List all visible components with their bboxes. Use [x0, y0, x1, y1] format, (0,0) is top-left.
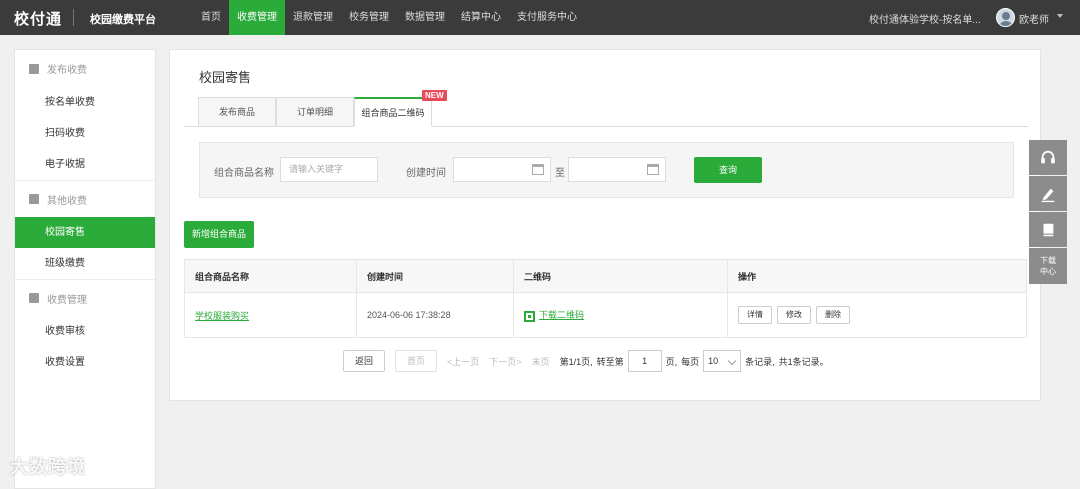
end-date-input[interactable] [568, 157, 666, 182]
logo-divider [73, 9, 74, 26]
main-nav: 首页 收费管理 退款管理 校务管理 数据管理 结算中心 支付服务中心 [193, 0, 585, 35]
platform-title: 校园缴费平台 [90, 14, 156, 26]
back-button[interactable]: 返回 [343, 350, 386, 372]
avatar[interactable] [996, 8, 1015, 27]
customer-service-button[interactable] [1029, 140, 1067, 175]
floating-toolbar: 下载 中心 [1029, 140, 1067, 285]
chevron-down-icon[interactable] [1057, 14, 1063, 18]
new-badge: NEW [422, 90, 447, 101]
first-page-button[interactable]: 首页 [395, 350, 438, 372]
next-page-link[interactable]: 下一页> [489, 355, 521, 368]
last-page-link[interactable]: 末页 [532, 355, 550, 368]
tab-bar: 发布商品 订单明细 组合商品二维码 [184, 97, 1028, 127]
column-header-actions: 操作 [727, 259, 1027, 293]
sidebar-item-fee-review[interactable]: 收费审核 [15, 316, 155, 347]
nav-item-settlement-center[interactable]: 结算中心 [453, 0, 509, 35]
date-range-to-label: 至 [555, 168, 565, 179]
download-box-icon [29, 293, 39, 303]
total-records: 共1条记录。 [778, 356, 829, 367]
sidebar-item-class-fee[interactable]: 班级缴费 [15, 248, 155, 279]
qrcode-icon[interactable] [524, 310, 535, 322]
nav-item-fee-management[interactable]: 收费管理 [229, 0, 285, 35]
tab-combo-qrcode[interactable]: 组合商品二维码 [354, 97, 432, 127]
school-selector[interactable]: 校付通体验学校-按名单... [869, 11, 983, 26]
watermark: 大数跨境 [10, 457, 86, 477]
per-page-label: 每页 [681, 356, 700, 367]
table-cell-qrcode: 下载二维码 [513, 292, 728, 338]
sidebar-group-manage: 收费管理 [15, 279, 155, 316]
combo-name-link[interactable]: 学校服装购买 [195, 311, 249, 321]
sidebar-group-other: 其他收费 [15, 180, 155, 217]
combo-name-input[interactable]: 请输入关键字 [280, 157, 378, 182]
nav-item-payment-service[interactable]: 支付服务中心 [509, 0, 585, 35]
sidebar-item-scan-fee[interactable]: 扫码收费 [15, 118, 155, 149]
nav-item-home[interactable]: 首页 [193, 0, 229, 35]
table-row: 学校服装购买 2024-06-06 17:38:28 下载二维码 详情 修改 删除 [184, 292, 1027, 338]
combo-table: 组合商品名称 创建时间 二维码 操作 学校服装购买 2024-06-06 17:… [184, 259, 1027, 338]
table-cell-created: 2024-06-06 17:38:28 [356, 292, 514, 338]
grid-icon [29, 194, 39, 204]
sidebar-group-publish: 发布收费 [15, 50, 155, 87]
sidebar-item-e-receipt[interactable]: 电子收据 [15, 149, 155, 180]
download-center-label-2: 中心 [1040, 267, 1056, 276]
add-combo-button[interactable]: 新增组合商品 [184, 221, 254, 248]
book-icon [1043, 223, 1054, 236]
sidebar-group-label: 发布收费 [47, 65, 87, 76]
table-cell-name: 学校服装购买 [184, 292, 357, 338]
calendar-icon [647, 164, 659, 175]
edit-icon [29, 63, 39, 74]
headset-icon [1041, 150, 1055, 163]
top-navbar: 校付通 校园缴费平台 首页 收费管理 退款管理 校务管理 数据管理 结算中心 支… [0, 0, 1080, 35]
nav-item-refund-management[interactable]: 退款管理 [285, 0, 341, 35]
user-name[interactable]: 欧老师 [1019, 11, 1049, 26]
query-button[interactable]: 查询 [694, 157, 762, 183]
pagination: 返回 首页 <上一页 下一页> 末页 第1/1页, 转至第 1 页, 每页 10… [343, 350, 833, 372]
download-qrcode-link[interactable]: 下载二维码 [539, 310, 584, 320]
sidebar-group-label: 其他收费 [47, 195, 87, 207]
calendar-icon [532, 164, 544, 175]
sidebar-group-label: 收费管理 [47, 294, 87, 306]
app-logo[interactable]: 校付通 [14, 8, 62, 29]
column-header-name: 组合商品名称 [184, 259, 357, 293]
goto-label: 转至第 [596, 356, 624, 367]
download-center-button[interactable]: 下载 中心 [1029, 248, 1067, 284]
page-info: 第1/1页, [559, 356, 593, 367]
manual-button[interactable] [1029, 212, 1067, 247]
page-unit-label: 页, [665, 356, 678, 367]
table-header-row: 组合商品名称 创建时间 二维码 操作 [184, 259, 1027, 293]
nav-item-school-affairs[interactable]: 校务管理 [341, 0, 397, 35]
tab-order-details[interactable]: 订单明细 [276, 97, 354, 127]
pen-icon [1041, 188, 1055, 202]
created-time-label: 创建时间 [406, 168, 446, 179]
table-cell-actions: 详情 修改 删除 [727, 292, 1027, 338]
nav-item-data-management[interactable]: 数据管理 [397, 0, 453, 35]
start-date-input[interactable] [453, 157, 551, 182]
filter-panel: 组合商品名称 请输入关键字 创建时间 至 查询 [199, 142, 1014, 198]
column-header-created: 创建时间 [356, 259, 514, 293]
details-button[interactable]: 详情 [738, 306, 772, 324]
sidebar-item-fee-settings[interactable]: 收费设置 [15, 347, 155, 378]
main-panel: 校园寄售 发布商品 订单明细 组合商品二维码 NEW 组合商品名称 请输入关键字… [169, 49, 1041, 401]
prev-page-link[interactable]: <上一页 [447, 355, 479, 368]
column-header-qrcode: 二维码 [513, 259, 728, 293]
sidebar-item-roster-fee[interactable]: 按名单收费 [15, 87, 155, 118]
download-center-label-1: 下载 [1040, 256, 1056, 265]
edit-button[interactable]: 修改 [777, 306, 811, 324]
page-title: 校园寄售 [199, 70, 252, 85]
combo-name-label: 组合商品名称 [214, 168, 274, 179]
sidebar: 发布收费 按名单收费 扫码收费 电子收据 其他收费 校园寄售 班级缴费 收费管理… [14, 49, 156, 489]
records-unit-label: 条记录, [745, 356, 775, 367]
feedback-button[interactable] [1029, 176, 1067, 211]
goto-page-input[interactable]: 1 [627, 350, 662, 372]
per-page-select[interactable]: 10 [703, 350, 742, 372]
tab-publish-goods[interactable]: 发布商品 [198, 97, 276, 127]
delete-button[interactable]: 删除 [816, 306, 850, 324]
sidebar-item-campus-consignment[interactable]: 校园寄售 [15, 217, 155, 248]
